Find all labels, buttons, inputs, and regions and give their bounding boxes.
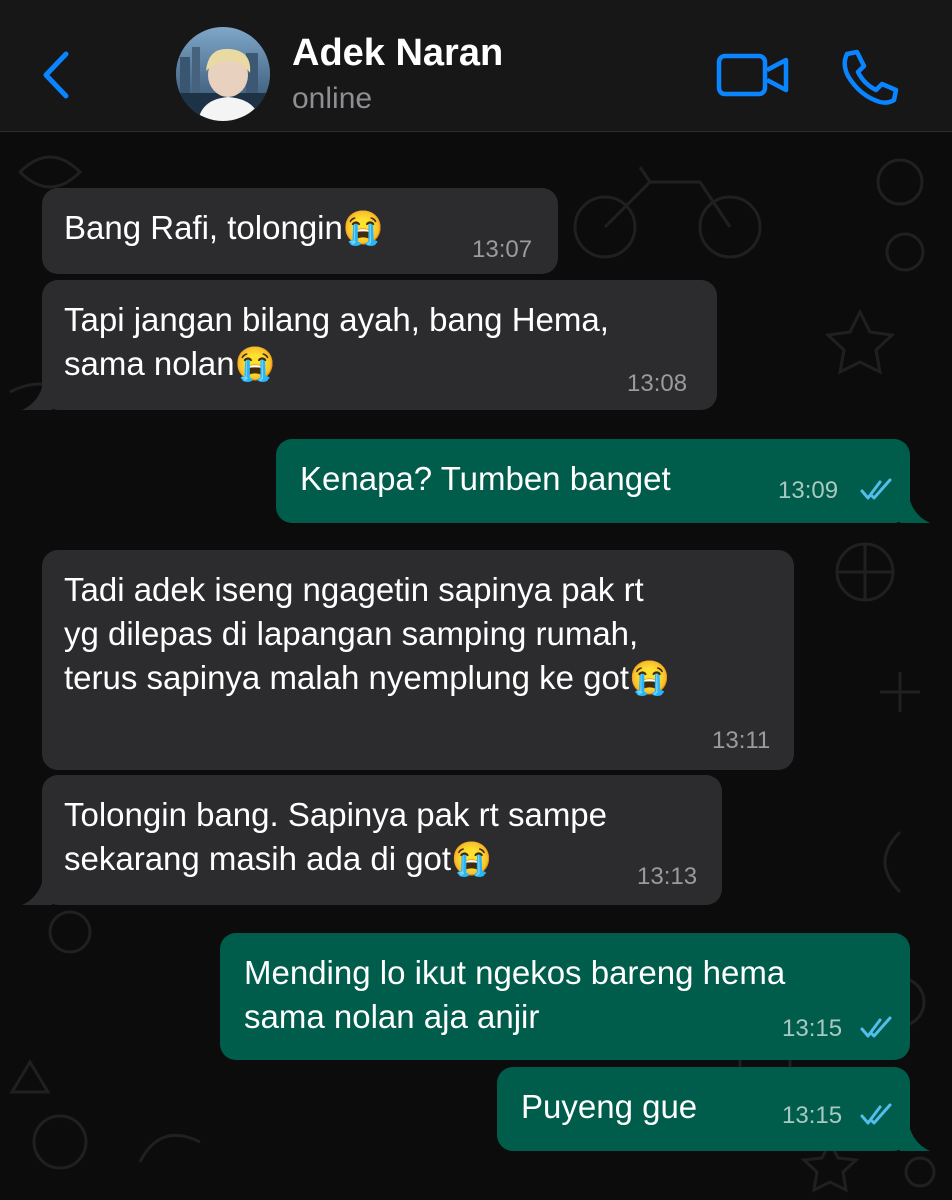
- message-text: Mending lo ikut ngekos bareng hema sama …: [244, 954, 786, 1035]
- message-bubble-incoming[interactable]: Tolongin bang. Sapinya pak rt sampe seka…: [42, 775, 722, 905]
- message-timestamp: 13:08: [627, 370, 688, 397]
- message-text: Tolongin bang. Sapinya pak rt sampe seka…: [64, 796, 608, 877]
- chat-wallpaper: Bang Rafi, tolongin😭 13:07 Tapi jangan b…: [0, 132, 952, 1200]
- message-text: Kenapa? Tumben banget: [300, 460, 671, 497]
- avatar[interactable]: [176, 27, 270, 121]
- bubble-tail: [900, 1121, 930, 1151]
- message-timestamp: 13:15: [782, 1015, 843, 1042]
- bubble-tail: [900, 493, 930, 523]
- message-timestamp: 13:09: [778, 477, 839, 504]
- message-text: Puyeng gue: [521, 1088, 698, 1125]
- double-check-icon: [860, 1016, 892, 1038]
- chevron-left-icon[interactable]: [36, 48, 76, 102]
- message-timestamp: 13:13: [637, 863, 698, 890]
- phone-icon[interactable]: [838, 48, 900, 106]
- message-timestamp: 13:11: [712, 727, 771, 754]
- message-text: Tapi jangan bilang ayah, bang Hema, sama…: [64, 301, 609, 382]
- message-timestamp: 13:07: [472, 236, 533, 263]
- message-bubble-incoming[interactable]: Tapi jangan bilang ayah, bang Hema, sama…: [42, 280, 717, 410]
- double-check-icon: [860, 478, 892, 500]
- video-camera-icon[interactable]: [716, 52, 790, 98]
- message-timestamp: 13:15: [782, 1102, 843, 1129]
- double-check-icon: [860, 1103, 892, 1125]
- bubble-tail: [22, 380, 52, 410]
- bubble-tail: [22, 875, 52, 905]
- avatar-photo: [176, 27, 270, 121]
- contact-status: online: [292, 82, 373, 115]
- message-bubble-outgoing[interactable]: Puyeng gue 13:15: [497, 1067, 910, 1151]
- message-bubble-incoming[interactable]: Tadi adek iseng ngagetin sapinya pak rt …: [42, 550, 794, 770]
- contact-name[interactable]: Adek Naran: [292, 32, 503, 75]
- message-text: Tadi adek iseng ngagetin sapinya pak rt …: [64, 571, 671, 696]
- message-bubble-outgoing[interactable]: Kenapa? Tumben banget 13:09: [276, 439, 910, 523]
- message-bubble-outgoing[interactable]: Mending lo ikut ngekos bareng hema sama …: [220, 933, 910, 1060]
- message-bubble-incoming[interactable]: Bang Rafi, tolongin😭 13:07: [42, 188, 558, 274]
- chat-header: Adek Naran online: [0, 0, 952, 132]
- message-text: Bang Rafi, tolongin😭: [64, 209, 384, 246]
